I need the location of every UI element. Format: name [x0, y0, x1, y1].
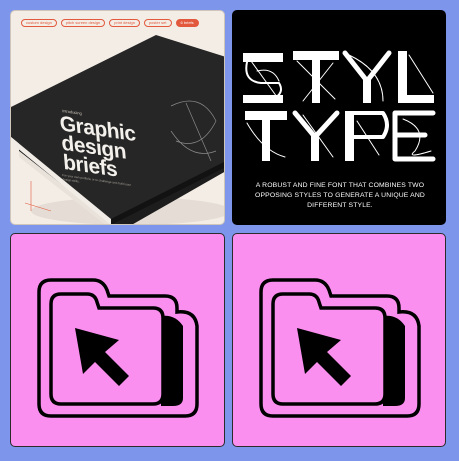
glyph-y2: [292, 110, 340, 161]
glyph-y: [342, 50, 392, 103]
folder-cursor-card-right[interactable]: [232, 233, 446, 447]
glyph-t2: [245, 111, 287, 161]
glyph-p: [345, 111, 389, 161]
glyph-l: [398, 51, 434, 103]
book-title: Graphic design briefs: [59, 112, 140, 183]
glyph-t: [293, 51, 339, 103]
folder-cursor-card-left[interactable]: [10, 233, 225, 447]
folder-cursor-icon: [37, 278, 199, 418]
glyph-s: [243, 53, 283, 103]
styl-type-font-card[interactable]: A ROBUST AND FINE FONT THAT COMBINES TWO…: [232, 10, 446, 225]
folder-cursor-icon: [259, 278, 421, 418]
graphic-design-briefs-card[interactable]: custom design pitch screen design print …: [10, 10, 225, 225]
book-illustration: [11, 35, 224, 224]
font-description: A ROBUST AND FINE FONT THAT COMBINES TWO…: [255, 182, 425, 209]
glyph-e: [392, 110, 436, 162]
